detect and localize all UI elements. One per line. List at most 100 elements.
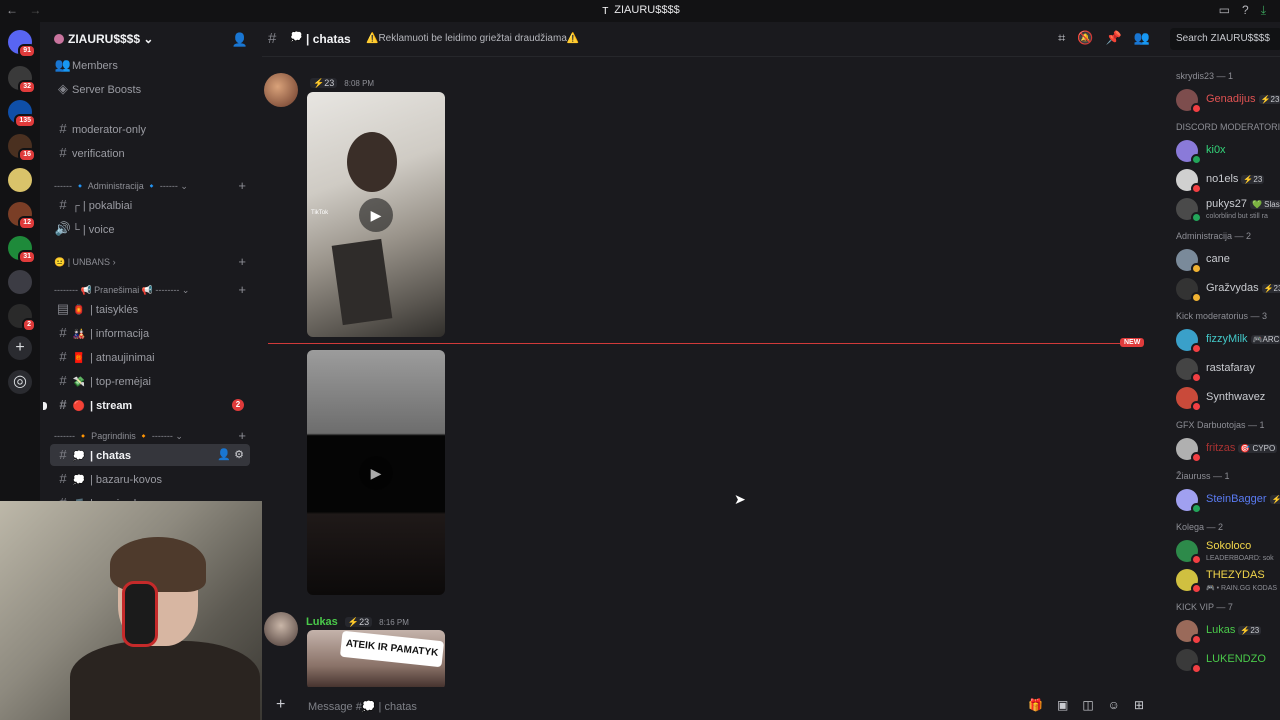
- download-icon[interactable]: ⤓: [1261, 3, 1266, 18]
- search-input[interactable]: Search ZIAURU$$$$: [1170, 28, 1280, 50]
- server-icon-server-4[interactable]: [8, 168, 32, 192]
- message-list[interactable]: ⚡23 8:08 PM TikTok ▶ NEW ▶ Lukas ⚡23 8:1…: [262, 57, 1158, 687]
- help-icon[interactable]: ?: [1242, 3, 1249, 18]
- sidebar-item-members[interactable]: 👥Members: [50, 54, 250, 76]
- gif-icon[interactable]: ▣: [1057, 698, 1068, 712]
- category-pagrindinis[interactable]: ------- 🔸 Pagrindinis 🔸 ------- ⌄ +: [54, 428, 250, 444]
- server-icon-server-3[interactable]: 16: [8, 134, 36, 162]
- inbox-icon[interactable]: ▭: [1219, 3, 1230, 18]
- server-icon-server-5[interactable]: 12: [8, 202, 36, 230]
- message-username[interactable]: Lukas: [306, 616, 338, 628]
- channel-label: moderator-only: [72, 124, 146, 136]
- server-icon-server-6[interactable]: 31: [8, 236, 36, 264]
- member-item[interactable]: Gražvydas⚡23: [1176, 276, 1280, 303]
- mention-count-badge: 2: [232, 399, 244, 411]
- hash-icon: #: [59, 145, 67, 160]
- category-pranesimai[interactable]: -------- 📢 Pranešimai 📢 -------- ⌄ +: [54, 282, 250, 298]
- image-attachment[interactable]: ATEIK IR PAMATYK: [307, 630, 445, 687]
- member-item[interactable]: ki0x: [1176, 138, 1280, 165]
- message-timestamp: 8:08 PM: [344, 79, 375, 88]
- member-item[interactable]: THEZYDAS 🎮 • RAIN.GG KODAS: [1176, 567, 1280, 594]
- member-item[interactable]: Sokoloco LEADERBOARD: sok: [1176, 538, 1280, 565]
- channel-topic[interactable]: ⚠️Reklamuoti be leidimo griežtai draudži…: [366, 33, 579, 44]
- info-icon: 🎎: [72, 329, 86, 340]
- add-channel-icon[interactable]: +: [238, 282, 246, 298]
- member-status-text: LEADERBOARD: sok: [1206, 555, 1274, 562]
- member-item[interactable]: SteinBagger ⚡: [1176, 487, 1280, 514]
- member-item[interactable]: rastafaray: [1176, 356, 1280, 383]
- member-item[interactable]: Genadijus ⚡23: [1176, 87, 1280, 114]
- channel-label: | bazaru-kovos: [90, 474, 162, 486]
- add-channel-icon[interactable]: +: [238, 428, 246, 444]
- add-channel-icon[interactable]: +: [238, 178, 246, 194]
- video-attachment[interactable]: TikTok ▶: [307, 92, 445, 337]
- channel-stream[interactable]: # 🔴 | stream 2: [43, 394, 250, 416]
- channel-atnaujinimai[interactable]: # 🧧 | atnaujinimai: [50, 346, 250, 368]
- channel-voice[interactable]: 🔊└ | voice: [50, 218, 250, 240]
- emoji-icon[interactable]: ☺: [1108, 698, 1120, 712]
- thought-bubble-icon: 💭: [72, 475, 86, 486]
- sidebar-item-server-boosts[interactable]: ◈ Server Boosts: [50, 78, 250, 100]
- user-avatar[interactable]: [264, 73, 298, 107]
- member-item[interactable]: Synthwavez: [1176, 385, 1280, 412]
- channel-top-remejai[interactable]: # 💸 | top-remėjai: [50, 370, 250, 392]
- member-group-header: Žiauruss — 1: [1176, 471, 1230, 481]
- member-item[interactable]: fizzyMilk 🎮ARC: [1176, 327, 1280, 354]
- member-name: Genadijus: [1206, 93, 1256, 105]
- add-server-icon[interactable]: +: [8, 336, 32, 360]
- threads-icon[interactable]: ⌗: [1058, 30, 1065, 46]
- mouse-cursor-icon: ➤: [734, 491, 746, 507]
- apps-icon[interactable]: ⊞: [1134, 698, 1144, 712]
- server-icon-discord-home[interactable]: 91: [8, 30, 36, 58]
- channel-verification[interactable]: # verification: [50, 142, 250, 164]
- gear-icon[interactable]: ⚙: [234, 449, 244, 461]
- status-indicator: [1191, 154, 1202, 165]
- pin-icon[interactable]: 📌: [1106, 30, 1122, 46]
- category-administracija[interactable]: ------ 🔹 Administracija 🔹 ------ ⌄ +: [54, 178, 250, 194]
- gift-icon[interactable]: 🎁: [1028, 698, 1043, 712]
- member-item[interactable]: fritzas 🎯 CYPO: [1176, 436, 1280, 463]
- play-button[interactable]: ▶: [359, 198, 393, 232]
- channel-bazaru-kovos[interactable]: # 💭 | bazaru-kovos: [50, 468, 250, 490]
- member-name: pukys27: [1206, 198, 1247, 210]
- hash-icon: #: [59, 197, 67, 212]
- member-name-row: Genadijus ⚡23: [1206, 93, 1280, 105]
- member-name-row: Synthwavez: [1206, 391, 1265, 403]
- member-name: fizzyMilk: [1206, 333, 1248, 345]
- member-item[interactable]: pukys27💚 Slash colorblind but still ra: [1176, 196, 1280, 223]
- channel-moderator-only[interactable]: # moderator-only: [50, 118, 250, 140]
- video-attachment[interactable]: ▶: [307, 350, 445, 595]
- member-status-text: 🎮 • RAIN.GG KODAS: [1206, 585, 1278, 592]
- server-name-button[interactable]: ZIAURU$$$$ ⌄: [54, 32, 153, 46]
- user-avatar[interactable]: [264, 612, 298, 646]
- member-item[interactable]: Lukas ⚡23: [1176, 618, 1280, 645]
- attach-plus-icon[interactable]: +: [276, 696, 285, 714]
- member-item[interactable]: LUKENDZO: [1176, 647, 1280, 674]
- member-group-header: skrydis23 — 1: [1176, 71, 1234, 81]
- message-input[interactable]: Message #💭 | chatas: [308, 700, 417, 713]
- server-icon-server-8[interactable]: 2: [8, 304, 36, 332]
- mute-icon[interactable]: 🔕: [1077, 30, 1093, 46]
- server-icon-server-1[interactable]: 32: [8, 66, 36, 94]
- channel-informacija[interactable]: # 🎎 | informacija: [50, 322, 250, 344]
- add-channel-icon[interactable]: +: [238, 254, 246, 270]
- server-icon-server-2[interactable]: 135: [8, 100, 36, 128]
- server-icon-server-7[interactable]: [8, 270, 32, 294]
- invite-icon[interactable]: 👤: [217, 449, 231, 461]
- member-name-row: Sokoloco: [1206, 540, 1251, 552]
- play-button[interactable]: ▶: [359, 456, 393, 490]
- channel-chatas[interactable]: # 💭 | chatas 👤 ⚙: [50, 444, 250, 466]
- level-badge: ⚡23: [344, 617, 373, 627]
- channel-label: | stream: [90, 400, 133, 412]
- member-name: Gražvydas: [1206, 282, 1259, 294]
- member-item[interactable]: no1els ⚡23: [1176, 167, 1280, 194]
- channel-taisykles[interactable]: ▤ 🏮 | taisyklės: [50, 298, 250, 320]
- member-item[interactable]: cane: [1176, 247, 1280, 274]
- server-logo-icon: T: [602, 6, 609, 17]
- category-unbans[interactable]: 😐 | UNBANS › +: [54, 254, 250, 270]
- channel-pokalbiai[interactable]: # ┌ | pokalbiai: [50, 194, 250, 216]
- discover-icon[interactable]: ◎: [8, 370, 32, 394]
- member-list-icon[interactable]: 👥: [1134, 30, 1150, 46]
- invite-people-icon[interactable]: 👤: [232, 32, 248, 48]
- sticker-icon[interactable]: ◫: [1082, 698, 1093, 712]
